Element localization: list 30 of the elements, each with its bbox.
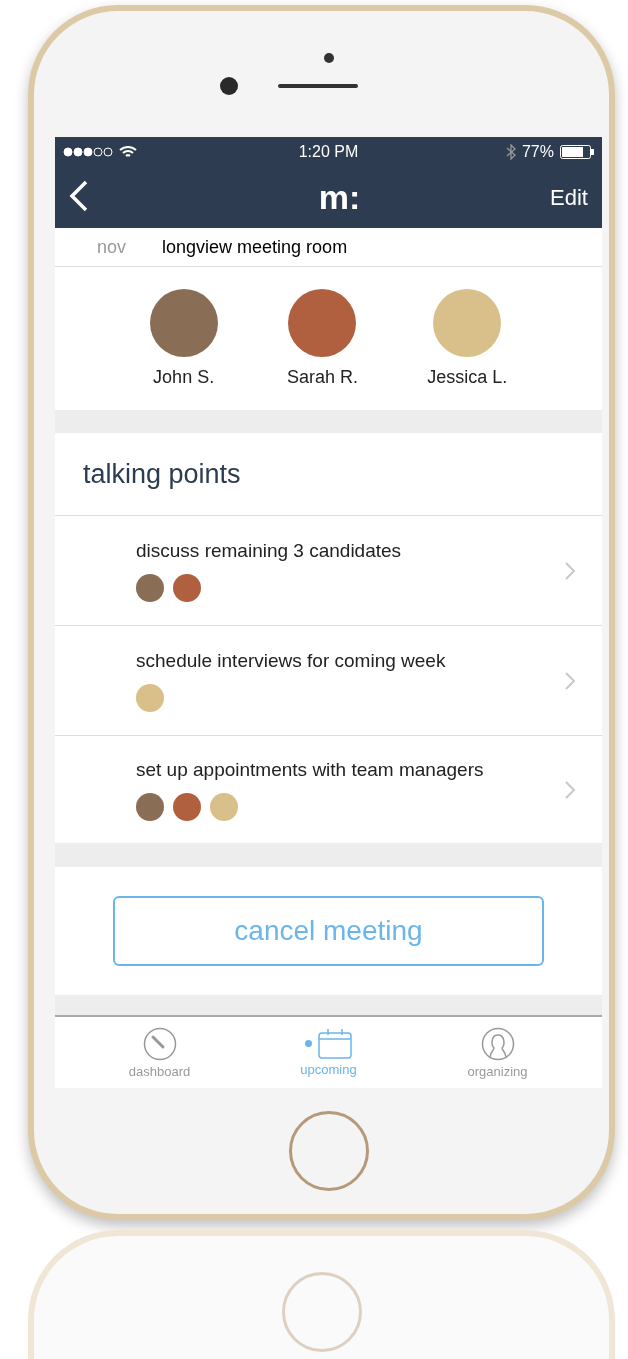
meeting-month: nov: [97, 236, 127, 258]
participant-name: John S.: [153, 367, 215, 388]
participant-name: Jessica L.: [427, 367, 508, 388]
talking-point-text: set up appointments with team managers: [136, 758, 484, 780]
chevron-right-icon: [565, 780, 576, 799]
sensor-dot: [323, 53, 334, 63]
person-icon: [480, 1026, 515, 1061]
talking-point-row[interactable]: discuss remaining 3 candidates: [55, 516, 602, 626]
active-dot-icon: [305, 1040, 312, 1047]
talking-point-row[interactable]: set up appointments with team managers: [55, 736, 602, 843]
talking-point-text: discuss remaining 3 candidates: [136, 539, 402, 561]
back-chevron-icon: [69, 180, 89, 212]
chevron-right-icon: [565, 561, 576, 580]
status-time: 1:20 PM: [298, 143, 359, 161]
bluetooth-icon: [505, 144, 516, 160]
edit-button[interactable]: Edit: [550, 184, 588, 211]
talking-point-row[interactable]: schedule interviews for coming week: [55, 626, 602, 736]
meeting-location: longview meeting room: [162, 236, 348, 258]
wifi-icon: [119, 145, 137, 159]
battery-percent: 77%: [521, 143, 554, 161]
app-logo: m:: [317, 178, 362, 217]
participant-name: Sarah R.: [286, 367, 358, 388]
battery-icon: [560, 145, 594, 159]
signal-icon: [63, 147, 113, 157]
camera-lens: [219, 77, 238, 95]
gauge-icon: [142, 1026, 177, 1061]
section-title: talking points: [55, 433, 602, 516]
chevron-right-icon: [565, 671, 576, 690]
calendar-icon: [318, 1028, 352, 1059]
talking-point-text: schedule interviews for coming week: [136, 649, 446, 671]
